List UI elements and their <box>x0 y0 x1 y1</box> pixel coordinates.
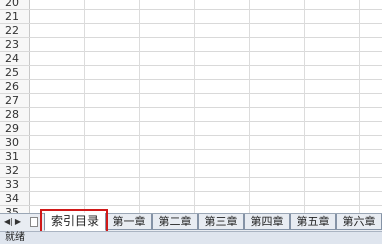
row-header[interactable]: 34 <box>0 192 30 205</box>
row[interactable]: 22 <box>0 24 382 38</box>
row[interactable]: 32 <box>0 164 382 178</box>
row-header[interactable]: 30 <box>0 136 30 149</box>
row[interactable]: 25 <box>0 66 382 80</box>
column-gridline <box>249 0 250 213</box>
column-gridline <box>84 0 85 213</box>
row-header[interactable]: 20 <box>0 0 30 9</box>
sheet-tab-chapter-6[interactable]: 第六章 <box>336 214 382 230</box>
sheet-tab-bar: ◀| ▶ 索引目录 第一章 第二章 第三章 第四章 第五章 第六章 <box>0 213 382 231</box>
column-gridline <box>304 0 305 213</box>
sheet-checkbox-icon[interactable] <box>30 217 38 227</box>
row[interactable]: 31 <box>0 150 382 164</box>
column-gridline <box>139 0 140 213</box>
sheet-tab-chapter-1[interactable]: 第一章 <box>106 214 152 230</box>
row-header[interactable]: 24 <box>0 52 30 65</box>
row-header[interactable]: 26 <box>0 80 30 93</box>
status-bar: 就绪 <box>0 231 382 244</box>
sheet-tab-chapter-2[interactable]: 第二章 <box>152 214 198 230</box>
row-header[interactable]: 27 <box>0 94 30 107</box>
row-header[interactable]: 21 <box>0 10 30 23</box>
sheet-tab-index[interactable]: 索引目录 <box>44 213 106 231</box>
row-header[interactable]: 29 <box>0 122 30 135</box>
row[interactable]: 30 <box>0 136 382 150</box>
row[interactable]: 34 <box>0 192 382 206</box>
column-gridline <box>194 0 195 213</box>
row-header[interactable]: 25 <box>0 66 30 79</box>
column-gridline <box>359 0 360 213</box>
row-header[interactable]: 31 <box>0 150 30 163</box>
status-text: 就绪 <box>5 232 25 243</box>
row[interactable]: 35 <box>0 206 382 213</box>
first-sheet-arrow-icon[interactable]: ◀| <box>4 217 13 227</box>
prev-sheet-arrow-icon[interactable]: ▶ <box>14 217 22 227</box>
row-header[interactable]: 22 <box>0 24 30 37</box>
sheet-tab-chapter-3[interactable]: 第三章 <box>198 214 244 230</box>
row-header[interactable]: 33 <box>0 178 30 191</box>
row-header[interactable]: 35 <box>0 206 30 213</box>
row[interactable]: 20 <box>0 0 382 10</box>
row-header[interactable]: 28 <box>0 108 30 121</box>
row-header[interactable]: 32 <box>0 164 30 177</box>
row[interactable]: 33 <box>0 178 382 192</box>
row-header[interactable]: 23 <box>0 38 30 51</box>
sheet-tab-chapter-5[interactable]: 第五章 <box>290 214 336 230</box>
row[interactable]: 21 <box>0 10 382 24</box>
row[interactable]: 28 <box>0 108 382 122</box>
spreadsheet-grid[interactable]: 20 21 22 23 24 25 26 27 28 29 30 31 32 3… <box>0 0 382 213</box>
sheet-tab-chapter-4[interactable]: 第四章 <box>244 214 290 230</box>
row[interactable]: 29 <box>0 122 382 136</box>
row[interactable]: 23 <box>0 38 382 52</box>
row[interactable]: 26 <box>0 80 382 94</box>
row[interactable]: 24 <box>0 52 382 66</box>
row[interactable]: 27 <box>0 94 382 108</box>
